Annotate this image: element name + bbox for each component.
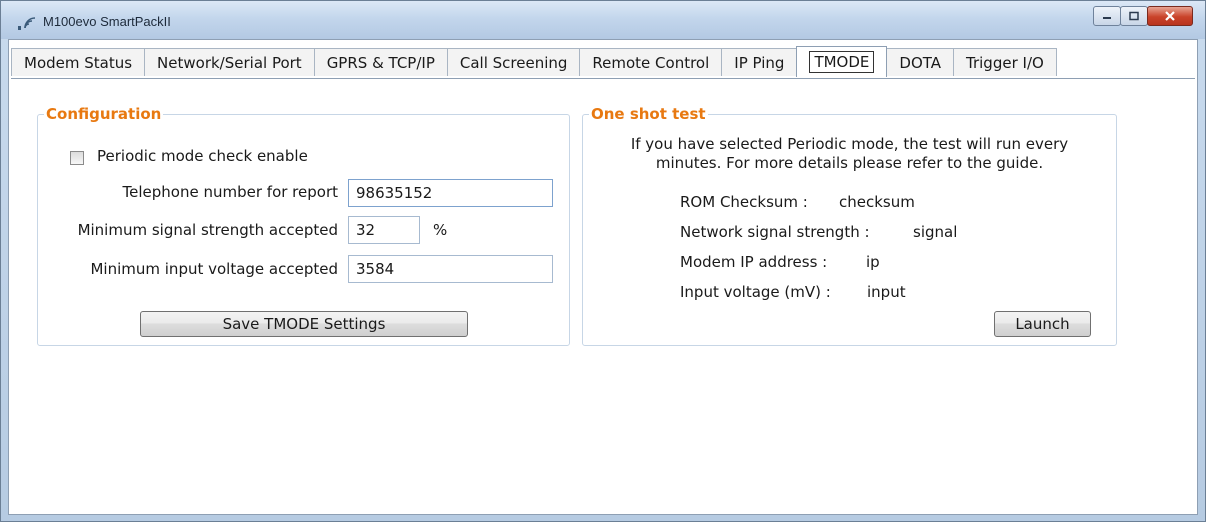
rom-checksum-value: checksum xyxy=(839,193,915,211)
tab-modem-status[interactable]: Modem Status xyxy=(11,48,146,76)
app-window: M100evo SmartPackII Modem Status Network… xyxy=(0,0,1206,522)
minimize-button[interactable] xyxy=(1093,6,1121,26)
tab-strip: Modem Status Network/Serial Port GPRS & … xyxy=(11,46,1195,79)
signal-wave-icon xyxy=(18,17,36,30)
configuration-group: Configuration Periodic mode check enable… xyxy=(37,105,570,346)
phone-number-input[interactable] xyxy=(348,179,553,207)
close-icon xyxy=(1165,11,1175,21)
tab-label: DOTA xyxy=(899,53,942,72)
tab-label: GPRS & TCP/IP xyxy=(326,53,435,72)
minimize-icon xyxy=(1103,17,1111,19)
input-voltage-value: input xyxy=(867,283,906,301)
tab-label: TMODE xyxy=(809,51,875,73)
launch-button[interactable]: Launch xyxy=(994,311,1091,337)
network-signal-label: Network signal strength : xyxy=(680,223,870,241)
tab-trigger-io[interactable]: Trigger I/O xyxy=(953,48,1057,76)
voltage-label: Minimum input voltage accepted xyxy=(90,260,338,278)
modem-ip-value: ip xyxy=(866,253,880,271)
window-title: M100evo SmartPackII xyxy=(43,14,171,29)
close-button[interactable] xyxy=(1147,6,1193,26)
client-area: Modem Status Network/Serial Port GPRS & … xyxy=(8,39,1198,515)
voltage-input[interactable] xyxy=(348,255,553,283)
tab-gprs-tcp-ip[interactable]: GPRS & TCP/IP xyxy=(313,48,448,76)
tab-label: Trigger I/O xyxy=(966,53,1044,72)
tab-ip-ping[interactable]: IP Ping xyxy=(721,48,798,76)
phone-number-label: Telephone number for report xyxy=(122,183,338,201)
save-tmode-settings-button[interactable]: Save TMODE Settings xyxy=(140,311,468,337)
tab-label: Call Screening xyxy=(459,53,568,72)
periodic-mode-label[interactable]: Periodic mode check enable xyxy=(97,147,308,165)
one-shot-test-legend: One shot test xyxy=(589,105,708,123)
tab-tmode[interactable]: TMODE xyxy=(796,46,888,77)
modem-ip-label: Modem IP address : xyxy=(680,253,828,271)
tab-call-screening[interactable]: Call Screening xyxy=(446,48,581,76)
tab-label: Remote Control xyxy=(592,53,710,72)
window-controls xyxy=(1093,6,1193,28)
periodic-info-line-1: If you have selected Periodic mode, the … xyxy=(630,135,1069,153)
input-voltage-label: Input voltage (mV) : xyxy=(680,283,831,301)
periodic-info-line-2: minutes. For more details please refer t… xyxy=(655,154,1044,172)
one-shot-test-group: One shot test If you have selected Perio… xyxy=(582,105,1117,346)
signal-strength-label: Minimum signal strength accepted xyxy=(77,221,338,239)
signal-unit-label: % xyxy=(433,221,448,239)
tab-dota[interactable]: DOTA xyxy=(886,48,955,76)
tab-network-serial-port[interactable]: Network/Serial Port xyxy=(144,48,315,76)
title-bar[interactable]: M100evo SmartPackII xyxy=(1,1,1205,39)
signal-strength-input[interactable] xyxy=(348,216,420,244)
rom-checksum-label: ROM Checksum : xyxy=(680,193,808,211)
tab-remote-control[interactable]: Remote Control xyxy=(579,48,723,76)
tab-label: Modem Status xyxy=(24,53,133,72)
maximize-button[interactable] xyxy=(1120,6,1148,26)
maximize-icon xyxy=(1129,11,1139,21)
tab-label: Network/Serial Port xyxy=(157,53,302,72)
tab-label: IP Ping xyxy=(734,53,785,72)
periodic-mode-checkbox[interactable] xyxy=(70,151,84,165)
configuration-legend: Configuration xyxy=(44,105,164,123)
network-signal-value: signal xyxy=(913,223,958,241)
